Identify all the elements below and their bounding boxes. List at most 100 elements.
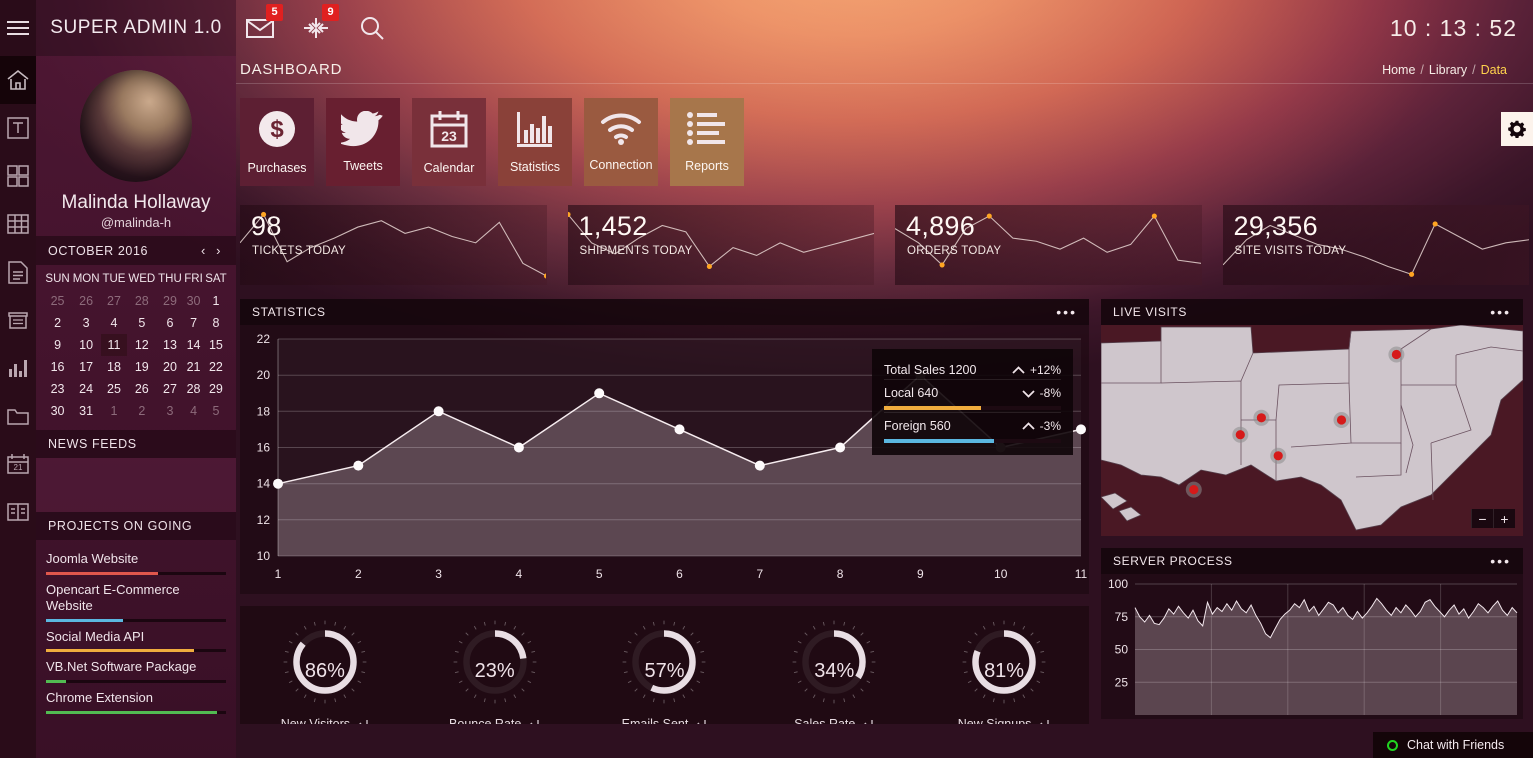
rail-item-bar-chart[interactable] — [0, 344, 36, 392]
calendar-day[interactable]: 7 — [183, 312, 204, 334]
calendar-day[interactable]: 24 — [71, 378, 101, 400]
calendar-day[interactable]: 8 — [204, 312, 228, 334]
statistics-menu-button[interactable]: ••• — [1056, 305, 1077, 319]
calendar-day[interactable]: 29 — [157, 290, 183, 312]
calendar-day[interactable]: 2 — [44, 312, 71, 334]
calendar-day[interactable]: 16 — [44, 356, 71, 378]
calendar-day[interactable]: 13 — [157, 334, 183, 356]
server-process-menu-button[interactable]: ••• — [1490, 554, 1511, 568]
calendar-day[interactable]: 1 — [101, 400, 127, 422]
calendar-day[interactable]: 4 — [183, 400, 204, 422]
breadcrumb-item[interactable]: Data — [1481, 63, 1507, 77]
stat-card[interactable]: 4,896 ORDERS TODAY — [895, 205, 1202, 285]
rail-item-document[interactable] — [0, 248, 36, 296]
shortcut-purchases[interactable]: $ Purchases — [240, 98, 314, 186]
project-item[interactable]: Chrome Extension — [46, 690, 226, 715]
calendar-day[interactable]: 26 — [71, 290, 101, 312]
refresh-icon[interactable] — [861, 719, 874, 725]
calendar-day[interactable]: 29 — [204, 378, 228, 400]
live-visits-map[interactable]: − + — [1101, 325, 1523, 536]
rail-item-drawer[interactable] — [0, 296, 36, 344]
live-visits-menu-button[interactable]: ••• — [1490, 305, 1511, 319]
rail-item-typography[interactable] — [0, 104, 36, 152]
rail-item-table[interactable] — [0, 200, 36, 248]
project-item[interactable]: Social Media API — [46, 629, 226, 653]
map-marker[interactable] — [1232, 426, 1249, 443]
stat-card[interactable]: 29,356 SITE VISITS TODAY — [1222, 205, 1529, 285]
calendar-day[interactable]: 2 — [127, 400, 157, 422]
project-item[interactable]: Opencart E-Commerce Website — [46, 582, 226, 622]
gauge-new-signups[interactable]: 81% New Signups — [934, 616, 1074, 724]
menu-toggle-button[interactable] — [0, 0, 36, 56]
mail-icon[interactable]: 5 — [243, 4, 283, 43]
map-zoom-in-button[interactable]: + — [1493, 509, 1515, 528]
shortcut-connection[interactable]: Connection — [584, 98, 658, 186]
rail-item-home[interactable] — [0, 56, 36, 104]
calendar-day[interactable]: 6 — [157, 312, 183, 334]
calendar-day[interactable]: 3 — [157, 400, 183, 422]
map-marker[interactable] — [1253, 409, 1270, 426]
shortcut-statistics[interactable]: Statistics — [498, 98, 572, 186]
calendar-day[interactable]: 20 — [157, 356, 183, 378]
calendar-day[interactable]: 5 — [204, 400, 228, 422]
gauge-new-visitors[interactable]: 86% New Visitors — [255, 616, 395, 724]
shortcut-tweets[interactable]: Tweets — [326, 98, 400, 186]
refresh-icon[interactable] — [527, 719, 540, 725]
compress-icon[interactable]: 9 — [299, 4, 339, 43]
calendar-day[interactable]: 28 — [127, 290, 157, 312]
calendar-day[interactable]: 5 — [127, 312, 157, 334]
refresh-icon[interactable] — [1037, 719, 1050, 725]
gauge-bounce-rate[interactable]: 23% Bounce Rate — [425, 616, 565, 724]
calendar-day[interactable]: 19 — [127, 356, 157, 378]
calendar-prev-button[interactable]: ‹ — [198, 243, 209, 258]
refresh-icon[interactable] — [356, 719, 369, 725]
calendar-day[interactable]: 14 — [183, 334, 204, 356]
gauge-emails-sent[interactable]: 57% Emails Sent — [594, 616, 734, 724]
breadcrumb-item[interactable]: Library — [1429, 63, 1467, 77]
gauge-sales-rate[interactable]: 34% Sales Rate — [764, 616, 904, 724]
calendar-day[interactable]: 21 — [183, 356, 204, 378]
calendar-day[interactable]: 4 — [101, 312, 127, 334]
calendar-day[interactable]: 10 — [71, 334, 101, 356]
shortcut-calendar[interactable]: 23 Calendar — [412, 98, 486, 186]
avatar[interactable] — [80, 70, 192, 182]
search-icon[interactable] — [355, 13, 389, 43]
calendar-next-button[interactable]: › — [213, 243, 224, 258]
refresh-icon[interactable] — [694, 719, 707, 725]
calendar-day[interactable]: 26 — [127, 378, 157, 400]
map-marker[interactable] — [1388, 346, 1405, 363]
calendar-day[interactable]: 31 — [71, 400, 101, 422]
stat-card[interactable]: 98 TICKETS TODAY — [240, 205, 547, 285]
calendar-day[interactable]: 9 — [44, 334, 71, 356]
calendar-day[interactable]: 17 — [71, 356, 101, 378]
calendar-day[interactable]: 30 — [183, 290, 204, 312]
rail-item-folder[interactable] — [0, 392, 36, 440]
shortcut-reports[interactable]: Reports — [670, 98, 744, 186]
calendar-day[interactable]: 30 — [44, 400, 71, 422]
breadcrumb-item[interactable]: Home — [1382, 63, 1415, 77]
calendar-day[interactable]: 3 — [71, 312, 101, 334]
calendar-day[interactable]: 11 — [101, 334, 127, 356]
rail-item-grid[interactable] — [0, 152, 36, 200]
rail-item-book[interactable] — [0, 488, 36, 536]
calendar-day[interactable]: 23 — [44, 378, 71, 400]
calendar-day[interactable]: 18 — [101, 356, 127, 378]
project-item[interactable]: Joomla Website — [46, 551, 226, 575]
calendar-day[interactable]: 1 — [204, 290, 228, 312]
project-item[interactable]: VB.Net Software Package — [46, 659, 226, 684]
map-marker[interactable] — [1185, 481, 1202, 498]
calendar-day[interactable]: 25 — [44, 290, 71, 312]
map-marker[interactable] — [1333, 412, 1350, 428]
rail-item-calendar[interactable]: 21 — [0, 440, 36, 488]
calendar-day[interactable]: 27 — [157, 378, 183, 400]
map-zoom-out-button[interactable]: − — [1471, 509, 1493, 528]
calendar-day[interactable]: 12 — [127, 334, 157, 356]
calendar-day[interactable]: 22 — [204, 356, 228, 378]
map-marker[interactable] — [1270, 447, 1287, 464]
stat-card[interactable]: 1,452 SHIPMENTS TODAY — [567, 205, 874, 285]
calendar-day[interactable]: 27 — [101, 290, 127, 312]
calendar-day[interactable]: 25 — [101, 378, 127, 400]
settings-gear-button[interactable] — [1501, 112, 1533, 146]
chat-with-friends-bar[interactable]: Chat with Friends — [1373, 732, 1533, 758]
calendar-day[interactable]: 15 — [204, 334, 228, 356]
